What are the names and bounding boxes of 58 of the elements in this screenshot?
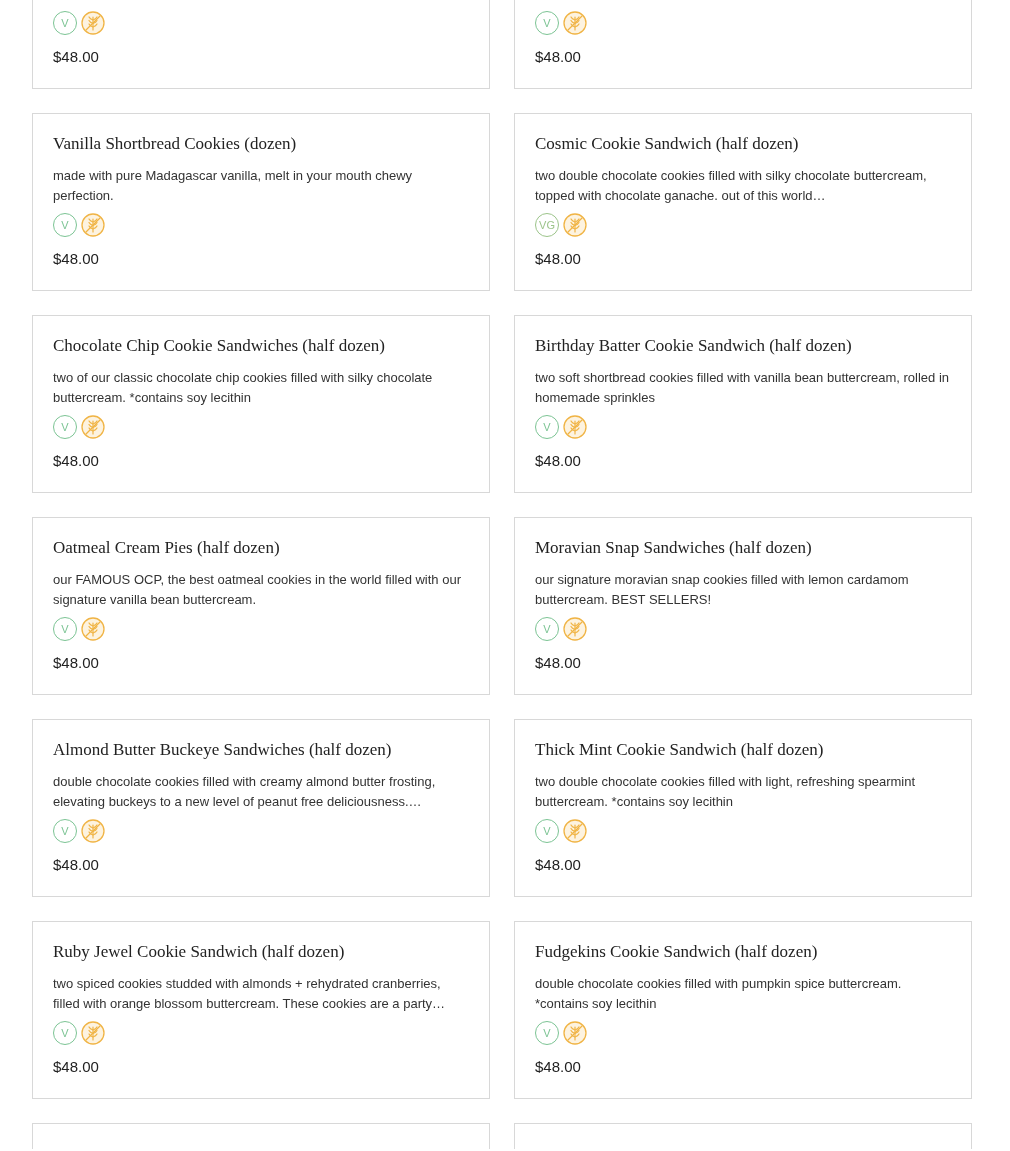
product-title[interactable]: Moravian Snap Sandwiches (half dozen)	[535, 538, 951, 558]
product-title[interactable]: Vanilla Shortbread Cookies (dozen)	[53, 134, 469, 154]
product-price: $48.00	[535, 250, 582, 268]
product-title[interactable]: Ruby Jewel Cookie Sandwich (half dozen)	[53, 942, 469, 962]
product-card[interactable]: Vanilla Shortbread Cookies (dozen) made with pure Madagascar vanilla, melt in your mouth chewy perfection. V $48.00	[32, 113, 490, 291]
product-title[interactable]: Thick Mint Cookie Sandwich (half dozen)	[535, 740, 951, 760]
product-price: $48.00	[53, 1058, 100, 1076]
product-title[interactable]: Oatmeal Cream Pies (half dozen)	[53, 538, 469, 558]
gluten-free-icon	[563, 213, 587, 237]
gluten-free-icon	[81, 819, 105, 843]
product-price: $48.00	[53, 856, 100, 874]
product-card[interactable]: V $48.00	[32, 0, 490, 89]
product-title[interactable]: Chocolate Chip Cookie Sandwiches (half dozen)	[53, 336, 469, 356]
product-price: $48.00	[535, 856, 582, 874]
product-card[interactable]: Cosmic Cookie Sandwich (half dozen) two double chocolate cookies filled with silky chocolate buttercream, topped with chocolate ganache. out of this world… VG $48.00	[514, 113, 972, 291]
product-price: $48.00	[53, 452, 100, 470]
product-description: two spiced cookies studded with almonds + rehydrated cranberries, filled with orange blossom buttercream. These cookies are a party…	[53, 975, 447, 1013]
gluten-free-icon	[563, 617, 587, 641]
gluten-free-icon	[563, 819, 587, 843]
product-card[interactable]: Ruby Jewel Cookie Sandwich (half dozen) two spiced cookies studded with almonds + rehydrated cranberries, filled with orange blossom buttercream. These cookies are a party… V $48.00	[32, 921, 490, 1099]
product-description: our signature moravian snap cookies filled with lemon cardamom buttercream. BEST SELLERS!	[535, 571, 910, 609]
product-card[interactable]	[514, 1123, 972, 1149]
gluten-free-icon	[563, 1021, 587, 1045]
product-card[interactable]	[32, 1123, 490, 1149]
product-description: double chocolate cookies filled with pumpkin spice buttercream. *contains soy lecithin	[535, 975, 903, 1013]
gluten-free-icon	[81, 11, 105, 35]
product-price: $48.00	[53, 654, 100, 672]
gluten-free-icon	[81, 617, 105, 641]
product-card[interactable]: Birthday Batter Cookie Sandwich (half dozen) two soft shortbread cookies filled with vanilla bean buttercream, rolled in homemade sprinkles V $48.00	[514, 315, 972, 493]
product-description: two of our classic chocolate chip cookies filled with silky chocolate buttercream. *contains soy lecithin	[53, 369, 434, 407]
product-description: made with pure Madagascar vanilla, melt in your mouth chewy perfection.	[53, 167, 414, 205]
product-title[interactable]: Cosmic Cookie Sandwich (half dozen)	[535, 134, 951, 154]
product-card[interactable]: Moravian Snap Sandwiches (half dozen) our signature moravian snap cookies filled with lemon cardamom buttercream. BEST SELLERS! V $48.00	[514, 517, 972, 695]
product-description: two double chocolate cookies filled with light, refreshing spearmint buttercream. *contains soy lecithin	[535, 773, 917, 811]
gluten-free-icon	[81, 213, 105, 237]
product-price: $48.00	[535, 1058, 582, 1076]
product-description: our FAMOUS OCP, the best oatmeal cookies in the world filled with our signature vanilla bean buttercream.	[53, 571, 462, 609]
product-price: $48.00	[535, 48, 582, 66]
product-price: $48.00	[535, 452, 582, 470]
product-card[interactable]: Almond Butter Buckeye Sandwiches (half dozen) double chocolate cookies filled with creamy almond butter frosting, elevating buckeys to a new level of peanut free deliciousness.… V $48.00	[32, 719, 490, 897]
product-description: double chocolate cookies filled with creamy almond butter frosting, elevating buckeys to a new level of peanut free deliciousness.…	[53, 773, 437, 811]
product-card[interactable]: Fudgekins Cookie Sandwich (half dozen) double chocolate cookies filled with pumpkin spice buttercream. *contains soy lecithin V $48.00	[514, 921, 972, 1099]
gluten-free-icon	[563, 415, 587, 439]
product-title[interactable]: Fudgekins Cookie Sandwich (half dozen)	[535, 942, 951, 962]
product-price: $48.00	[53, 48, 100, 66]
product-card[interactable]: Chocolate Chip Cookie Sandwiches (half dozen) two of our classic chocolate chip cookies filled with silky chocolate buttercream. *contains soy lecithin V $48.00	[32, 315, 490, 493]
product-title[interactable]: Birthday Batter Cookie Sandwich (half dozen)	[535, 336, 951, 356]
product-card[interactable]: Thick Mint Cookie Sandwich (half dozen) two double chocolate cookies filled with light, refreshing spearmint buttercream. *contains soy lecithin V $48.00	[514, 719, 972, 897]
product-description: two soft shortbread cookies filled with vanilla bean buttercream, rolled in homemade sprinkles	[535, 369, 951, 407]
product-card[interactable]: Oatmeal Cream Pies (half dozen) our FAMOUS OCP, the best oatmeal cookies in the world filled with our signature vanilla bean buttercream. V $48.00	[32, 517, 490, 695]
gluten-free-icon	[81, 415, 105, 439]
gluten-free-icon	[81, 1021, 105, 1045]
product-title[interactable]: Almond Butter Buckeye Sandwiches (half dozen)	[53, 740, 469, 760]
product-price: $48.00	[535, 654, 582, 672]
product-price: $48.00	[53, 250, 100, 268]
product-card[interactable]: V $48.00	[514, 0, 972, 89]
product-description: two double chocolate cookies filled with silky chocolate buttercream, topped with chocolate ganache. out of this world…	[535, 167, 928, 205]
gluten-free-icon	[563, 11, 587, 35]
